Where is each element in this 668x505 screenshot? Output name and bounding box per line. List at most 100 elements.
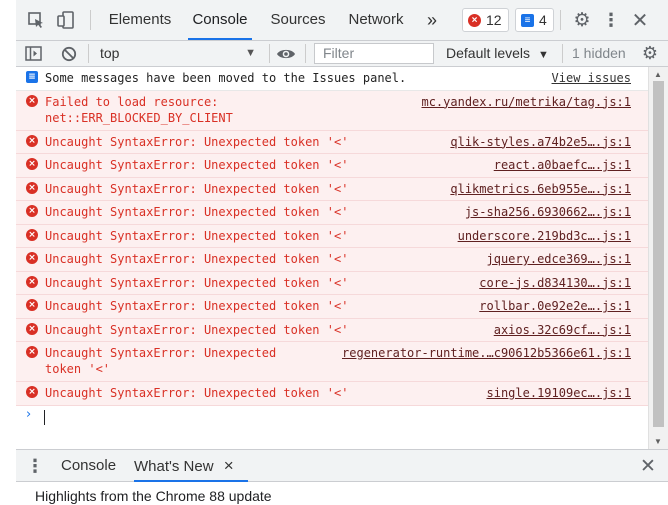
error-icon: × [26, 275, 38, 288]
console-error-message: × Uncaught SyntaxError: Unexpected token … [16, 201, 648, 225]
issues-icon: ≡ [521, 13, 534, 27]
context-selector[interactable]: top ▼ [94, 41, 256, 66]
close-drawer-icon[interactable]: ✕ [638, 455, 658, 477]
tab-network[interactable]: Network [344, 0, 408, 40]
chevron-down-icon: ▼ [245, 47, 256, 59]
message-text: Uncaught SyntaxError: Unexpected token '… [45, 346, 277, 376]
more-options-icon[interactable]: ⋮ [602, 10, 620, 30]
drawer-menu-icon[interactable]: ⋮ [26, 456, 44, 476]
message-text: Uncaught SyntaxError: Unexpected token '… [45, 252, 349, 266]
issues-count: 4 [539, 12, 547, 28]
source-link[interactable]: underscore.219bd3c….js:1 [458, 228, 631, 244]
error-icon: × [26, 181, 38, 194]
separator [269, 44, 270, 63]
separator [562, 44, 563, 63]
source-link[interactable]: core-js.d834130….js:1 [479, 275, 631, 291]
info-icon: ≡ [26, 71, 38, 83]
console-error-message: × Uncaught SyntaxError: Unexpected token … [16, 295, 648, 319]
close-tab-icon[interactable]: × [224, 456, 234, 475]
text-cursor [44, 409, 45, 425]
source-link[interactable]: qlik-styles.a74b2e5….js:1 [450, 134, 631, 150]
context-value: top [100, 45, 120, 61]
error-icon: × [26, 346, 38, 358]
scroll-down-icon[interactable]: ▼ [654, 437, 662, 446]
close-devtools-icon[interactable]: ✕ [630, 9, 650, 32]
error-icon: × [26, 134, 38, 147]
error-icon: × [26, 386, 38, 398]
console-error-message: × Failed to load resource: net::ERR_BLOCK… [16, 90, 648, 131]
scroll-up-icon[interactable]: ▲ [654, 70, 662, 79]
separator [88, 44, 89, 63]
error-icon: × [26, 158, 38, 170]
sidebar-toggle-icon[interactable] [24, 45, 42, 62]
gear-icon[interactable]: ⚙ [572, 10, 592, 31]
message-text: Uncaught SyntaxError: Unexpected token '… [45, 299, 349, 313]
whats-new-heading: Highlights from the Chrome 88 update [35, 488, 272, 504]
message-text: Failed to load resource: net::ERR_BLOCKE… [45, 94, 233, 125]
error-icon: × [468, 13, 481, 27]
message-text: Some messages have been moved to the Iss… [45, 71, 407, 85]
separator [305, 44, 306, 63]
console-prompt[interactable]: › [16, 406, 648, 430]
prompt-chevron-icon: › [26, 406, 32, 422]
message-text: Uncaught SyntaxError: Unexpected token '… [45, 386, 349, 400]
log-levels-dropdown[interactable]: Default levels ▼ [446, 41, 549, 66]
console-error-message: × Uncaught SyntaxError: Unexpected token … [16, 318, 648, 342]
console-error-message: × Uncaught SyntaxError: Unexpected token … [16, 130, 648, 154]
console-error-message: × Uncaught SyntaxError: Unexpected token … [16, 248, 648, 272]
view-issues-link[interactable]: View issues [552, 70, 631, 86]
source-link[interactable]: jquery.edce369….js:1 [487, 251, 632, 267]
device-toolbar-icon[interactable] [56, 10, 78, 30]
message-text: Uncaught SyntaxError: Unexpected token '… [45, 205, 349, 219]
clear-console-icon[interactable] [60, 45, 78, 62]
separator [560, 10, 561, 30]
filter-input[interactable]: Filter [314, 43, 434, 64]
error-icon: × [26, 205, 38, 217]
message-text: Uncaught SyntaxError: Unexpected token '… [45, 181, 349, 196]
drawer-tab-whats-new[interactable]: What's New × [134, 450, 248, 482]
source-link[interactable]: qlikmetrics.6eb955e….js:1 [450, 181, 631, 197]
inspect-element-icon[interactable] [26, 10, 46, 30]
console-error-message: × Uncaught SyntaxError: Unexpected token … [16, 342, 648, 382]
source-link[interactable]: react.a0baefc….js:1 [494, 157, 631, 173]
tab-sources[interactable]: Sources [266, 0, 330, 40]
console-error-message: × Uncaught SyntaxError: Unexpected token … [16, 154, 648, 178]
log-levels-label: Default levels [446, 45, 531, 61]
eye-icon[interactable] [276, 45, 296, 62]
scrollbar-thumb[interactable] [653, 81, 664, 427]
console-error-message: × Uncaught SyntaxError: Unexpected token … [16, 382, 648, 406]
error-icon: × [26, 299, 38, 311]
source-link[interactable]: js-sha256.6930662….js:1 [465, 204, 631, 220]
message-text: Uncaught SyntaxError: Unexpected token '… [45, 322, 349, 337]
gear-icon[interactable]: ⚙ [640, 43, 660, 64]
issues-badge[interactable]: ≡ 4 [515, 8, 554, 32]
tab-console[interactable]: Console [188, 0, 252, 40]
chevron-down-icon: ▼ [537, 49, 549, 61]
message-text: Uncaught SyntaxError: Unexpected token '… [45, 134, 349, 149]
drawer-tab-bar: ⋮ Console What's New × ✕ [16, 449, 668, 482]
console-error-message: × Uncaught SyntaxError: Unexpected token … [16, 177, 648, 201]
error-icon: × [26, 94, 38, 107]
error-icon: × [26, 322, 38, 335]
message-text: Uncaught SyntaxError: Unexpected token '… [45, 228, 349, 243]
separator [90, 10, 91, 30]
console-error-message: × Uncaught SyntaxError: Unexpected token … [16, 271, 648, 295]
errors-badge[interactable]: × 12 [462, 8, 509, 32]
tab-elements[interactable]: Elements [102, 0, 178, 40]
source-link[interactable]: axios.32c69cf….js:1 [494, 322, 631, 338]
page-edge [0, 0, 17, 505]
devtools-panel: Elements Console Sources Network » × 12 … [16, 0, 668, 505]
error-icon: × [26, 252, 38, 264]
message-text: Uncaught SyntaxError: Unexpected token '… [45, 158, 349, 172]
hidden-messages-count: 1 hidden [572, 45, 626, 61]
source-link[interactable]: single.19109ec….js:1 [487, 385, 632, 401]
message-text: Uncaught SyntaxError: Unexpected token '… [45, 275, 349, 290]
source-link[interactable]: mc.yandex.ru/metrika/tag.js:1 [421, 94, 631, 110]
console-messages: ≡ Some messages have been moved to the Is… [16, 67, 648, 449]
more-tabs-button[interactable]: » [420, 0, 444, 40]
devtools-tab-bar: Elements Console Sources Network » × 12 … [16, 0, 668, 41]
source-link[interactable]: regenerator-runtime.…c90612b5366e61.js:1 [342, 345, 631, 361]
drawer-tab-console[interactable]: Console [61, 450, 116, 482]
source-link[interactable]: rollbar.0e92e2e….js:1 [479, 298, 631, 314]
messages-scrollbar[interactable]: ▲ ▼ [648, 67, 668, 449]
